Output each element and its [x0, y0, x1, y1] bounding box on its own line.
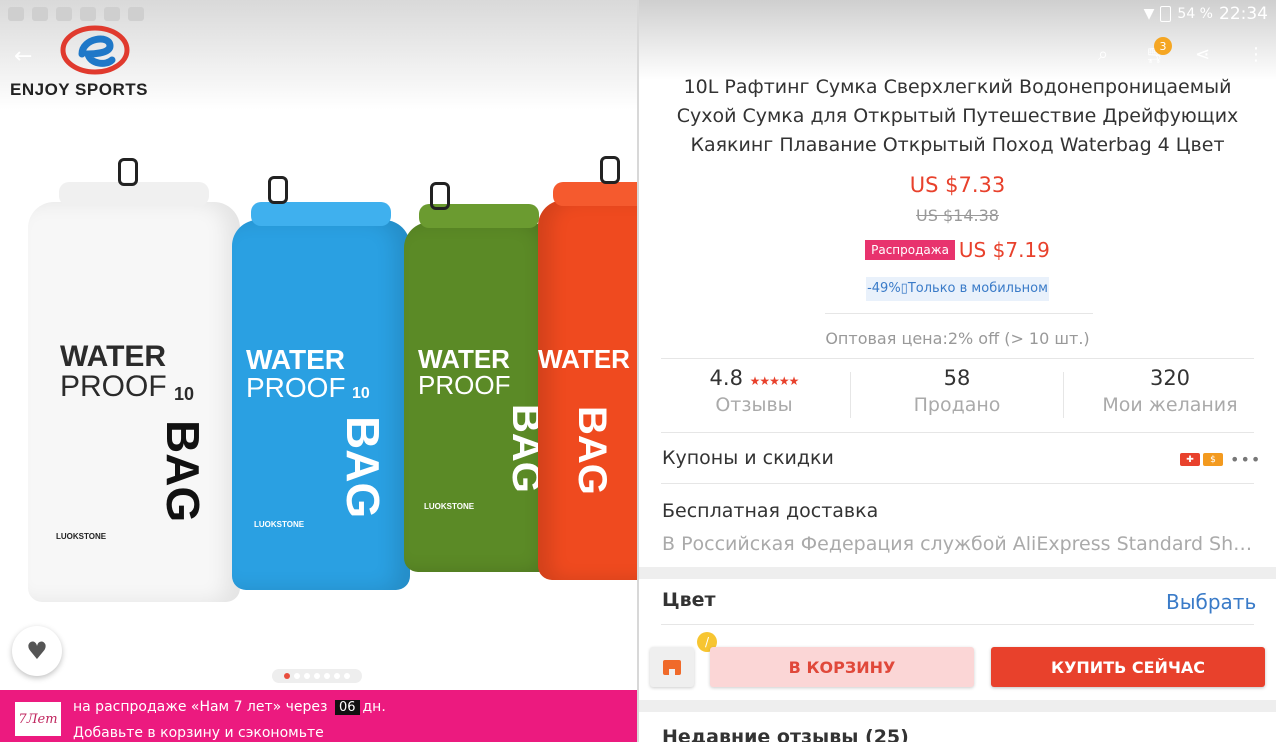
divider: [1063, 372, 1064, 418]
favorite-heart-button[interactable]: ♥: [12, 626, 62, 676]
promo-badge: 7Лет: [15, 702, 61, 736]
status-bar-right: ▼ 54 % 22:34: [1144, 4, 1268, 24]
section-gap: [639, 700, 1276, 712]
clock: 22:34: [1219, 4, 1268, 24]
bag-maker: LUOKSTONE: [424, 502, 475, 511]
choose-color-link[interactable]: Выбрать: [1166, 590, 1256, 614]
bag-label-water: WATER: [246, 344, 346, 375]
stat-sold[interactable]: 58 Продано: [857, 366, 1057, 416]
sold-label: Продано: [913, 394, 1001, 416]
search-icon[interactable]: ⌕: [1098, 44, 1108, 65]
sale-price: US $7.19: [958, 238, 1050, 262]
add-to-cart-button[interactable]: В КОРЗИНУ: [710, 647, 974, 687]
recent-reviews-heading[interactable]: Недавние отзывы (25): [662, 726, 909, 742]
divider: [661, 624, 1254, 625]
bag-white: WATER PROOF 10 BAG LUOKSTONE: [28, 158, 240, 602]
divider: [661, 358, 1254, 359]
bag-label-water: WATER: [538, 344, 630, 374]
bag-label-bag: BAG: [337, 416, 389, 519]
bag-label-bag: BAG: [157, 420, 209, 523]
settings-icon: [32, 7, 48, 21]
more-menu-icon[interactable]: ⋮: [1247, 44, 1265, 65]
store-button[interactable]: [650, 647, 694, 687]
original-price: US $14.38: [916, 206, 999, 225]
wholesale-price[interactable]: Оптовая цена:2% off (> 10 шт.): [639, 329, 1276, 348]
coupon-icons: ✚ $ •••: [1180, 450, 1261, 469]
wishlist-value: 320: [1149, 366, 1191, 390]
carousel-dot[interactable]: [324, 673, 330, 679]
bag-maker: LUOKSTONE: [56, 532, 107, 541]
product-image-pane[interactable]: ENJOY SPORTS ← WATER PROOF 10 BAG LUOKST…: [0, 0, 637, 742]
store-logo: ENJOY SPORTS: [10, 20, 170, 100]
product-details-pane[interactable]: ▼ 54 % 22:34 ⌕ 🛒︎ 3 ⋖ ⋮ 10L Рафтинг Сумк…: [639, 0, 1276, 742]
bag-label-proof: PROOF: [418, 370, 511, 400]
bag-label-proof: PROOF: [60, 370, 167, 403]
share-icon[interactable]: ⋖: [1195, 44, 1210, 65]
bag-label-water: WATER: [60, 340, 167, 373]
color-label: Цвет: [662, 589, 716, 611]
promo-line1: на распродаже «Нам 7 лет» через 06 дн.: [73, 699, 386, 715]
battery-level: 54 %: [1177, 6, 1213, 22]
product-photo: WATER PROOF 10 BAG LUOKSTONE WATER PROOF…: [0, 140, 637, 610]
promo-banner[interactable]: 7Лет на распродаже «Нам 7 лет» через 06 д…: [0, 690, 637, 742]
coupons-row[interactable]: Купоны и скидки: [662, 447, 834, 469]
stat-wishlist[interactable]: 320 Мои желания: [1070, 366, 1270, 416]
current-price: US $7.33: [909, 173, 1006, 197]
promo-days: 06: [334, 700, 360, 715]
sold-value: 58: [943, 366, 971, 390]
section-gap: [639, 567, 1276, 579]
carousel-dot[interactable]: [334, 673, 340, 679]
bag-label-proof: PROOF: [246, 372, 346, 403]
back-arrow-icon[interactable]: ←: [14, 44, 32, 69]
shipping-row[interactable]: Бесплатная доставка: [662, 500, 878, 522]
bag-label-size: 10: [174, 384, 195, 404]
coin-discount-icon: $: [1203, 453, 1223, 466]
cloud-icon: [80, 7, 96, 21]
carousel-dot[interactable]: [294, 673, 300, 679]
stat-reviews[interactable]: 4.8 ★★★★★ Отзывы: [654, 366, 854, 416]
upload-icon: [56, 7, 72, 21]
carousel-dot[interactable]: [284, 673, 290, 679]
bag-label-water: WATER: [418, 344, 510, 374]
carousel-dot[interactable]: [304, 673, 310, 679]
buy-now-button[interactable]: КУПИТЬ СЕЙЧАС: [991, 647, 1265, 687]
carousel-dot[interactable]: [314, 673, 320, 679]
sale-price-row: Распродажа US $7.19: [639, 238, 1276, 262]
bag-orange: WATER BAG: [538, 156, 637, 580]
wifi-icon: ▼: [1143, 6, 1155, 22]
divider: [850, 372, 851, 418]
coupon-icon: ✚: [1180, 453, 1200, 466]
product-title: 10L Рафтинг Сумка Сверхлегкий Водонепрон…: [676, 76, 1239, 156]
promo-text: на распродаже «Нам 7 лет» через: [73, 699, 328, 715]
promo-days-unit: дн.: [362, 699, 386, 715]
bag-blue: WATER PROOF 10 BAG LUOKSTONE: [232, 176, 410, 590]
promo-line2: Добавьте в корзину и сэкономьте: [73, 725, 324, 741]
bag-green: WATER PROOF BAG LUOKSTONE: [404, 182, 554, 572]
store-icon: [663, 659, 681, 675]
brand-name: ENJOY SPORTS: [10, 80, 148, 99]
carousel-dot[interactable]: [344, 673, 350, 679]
mobile-only-discount: -49%▯Только в мобильном: [866, 277, 1049, 301]
bag-label-size: 10: [352, 385, 370, 402]
bag-maker: LUOKSTONE: [254, 520, 305, 529]
enjoy-logo-mark: [60, 25, 130, 75]
rating-value: 4.8: [709, 366, 743, 390]
carousel-indicator[interactable]: [272, 669, 362, 683]
divider: [661, 432, 1254, 433]
bag-label-bag: BAG: [570, 406, 614, 495]
shield-icon: [104, 7, 120, 21]
cart-count-badge: 3: [1154, 37, 1172, 55]
rating-stars-icon: ★★★★★: [749, 374, 800, 388]
divider: [661, 483, 1254, 484]
sale-badge: Распродажа: [865, 240, 955, 260]
battery-icon: [1160, 6, 1172, 22]
mail-icon: [8, 7, 24, 21]
rating-label: Отзывы: [715, 394, 793, 416]
more-dots-icon: •••: [1230, 450, 1262, 469]
divider: [825, 313, 1093, 314]
shipping-detail: В Российская Федерация службой AliExpres…: [662, 533, 1257, 555]
android-icon: [128, 7, 144, 21]
wishlist-label: Мои желания: [1102, 394, 1238, 416]
